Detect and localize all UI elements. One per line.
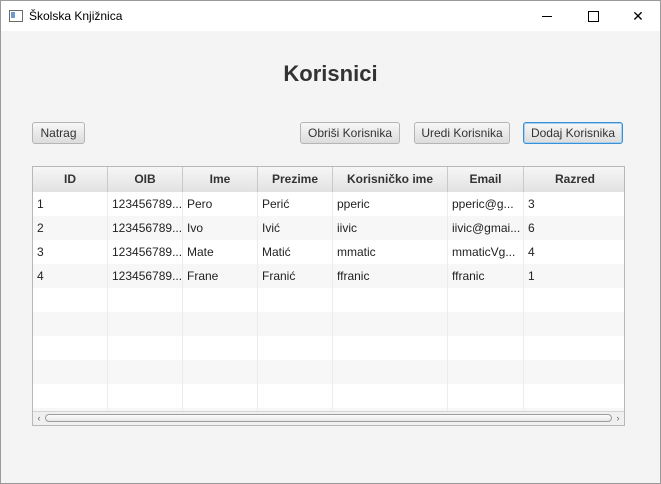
cell-email: pperic@g... [448, 192, 524, 216]
cell-ime: Pero [183, 192, 258, 216]
empty-row [33, 288, 624, 312]
column-header-razred[interactable]: Razred [524, 167, 624, 192]
cell-razred: 3 [528, 197, 535, 211]
column-header-id[interactable]: ID [33, 167, 108, 192]
cell-korisnicko-ime: iivic [333, 216, 448, 240]
empty-row [33, 336, 624, 360]
empty-row [33, 360, 624, 384]
table-row[interactable]: 1 123456789... Pero Perić pperic pperic@… [33, 192, 624, 216]
cell-prezime: Ivić [258, 216, 333, 240]
cell-id: 4 [33, 264, 108, 288]
cell-prezime: Perić [258, 192, 333, 216]
cell-prezime: Matić [258, 240, 333, 264]
cell-razred: 4 [528, 245, 535, 259]
delete-user-button[interactable]: Obriši Korisnika [300, 122, 400, 144]
maximize-button[interactable] [570, 1, 616, 31]
cell-razred: 6 [528, 221, 535, 235]
cell-oib: 123456789... [108, 216, 183, 240]
empty-row [33, 312, 624, 336]
page-title: Korisnici [283, 61, 378, 86]
cell-oib: 123456789... [108, 264, 183, 288]
column-header-oib[interactable]: OIB [108, 167, 183, 192]
edit-user-button[interactable]: Uredi Korisnika [414, 122, 510, 144]
minimize-icon [542, 15, 552, 17]
cell-korisnicko-ime: ffranic [333, 264, 448, 288]
cell-ime: Frane [183, 264, 258, 288]
cell-email: iivic@gmai... [448, 216, 524, 240]
cell-oib: 123456789... [108, 192, 183, 216]
cell-prezime: Franić [258, 264, 333, 288]
table-row[interactable]: 3 123456789... Mate Matić mmatic mmaticV… [33, 240, 624, 264]
empty-row [33, 384, 624, 408]
close-icon: ✕ [632, 7, 644, 24]
cell-ime: Ivo [183, 216, 258, 240]
app-icon [9, 10, 23, 22]
cell-email: mmaticVg... [448, 240, 524, 264]
cell-razred: 1 [528, 269, 535, 283]
cell-ime: Mate [183, 240, 258, 264]
title-bar[interactable]: Školska Knjižnica ✕ [1, 1, 660, 31]
users-table[interactable]: ID OIB Ime Prezime Korisničko ime Email … [32, 166, 625, 426]
cell-korisnicko-ime: mmatic [333, 240, 448, 264]
cell-id: 3 [33, 240, 108, 264]
minimize-button[interactable] [524, 1, 570, 31]
column-header-korisnicko-ime[interactable]: Korisničko ime [333, 167, 448, 192]
cell-korisnicko-ime: pperic [333, 192, 448, 216]
window-title: Školska Knjižnica [29, 9, 123, 23]
column-header-ime[interactable]: Ime [183, 167, 258, 192]
cell-email: ffranic [448, 264, 524, 288]
table-row[interactable]: 2 123456789... Ivo Ivić iivic iivic@gmai… [33, 216, 624, 240]
add-user-button[interactable]: Dodaj Korisnika [523, 122, 623, 144]
cell-id: 2 [33, 216, 108, 240]
cell-id: 1 [33, 192, 108, 216]
close-button[interactable]: ✕ [615, 1, 661, 31]
back-button[interactable]: Natrag [32, 122, 85, 144]
column-header-email[interactable]: Email [448, 167, 524, 192]
table-row[interactable]: 4 123456789... Frane Franić ffranic ffra… [33, 264, 624, 288]
table-header: ID OIB Ime Prezime Korisničko ime Email … [33, 167, 624, 193]
chevron-right-icon[interactable]: › [612, 412, 624, 425]
chevron-left-icon[interactable]: ‹ [33, 412, 45, 425]
maximize-icon [587, 10, 599, 22]
horizontal-scrollbar[interactable]: ‹ › [33, 411, 624, 425]
column-header-prezime[interactable]: Prezime [258, 167, 333, 192]
scrollbar-thumb[interactable] [45, 414, 612, 422]
app-window: Školska Knjižnica ✕ Korisnici Natrag Obr… [0, 0, 661, 484]
cell-oib: 123456789... [108, 240, 183, 264]
